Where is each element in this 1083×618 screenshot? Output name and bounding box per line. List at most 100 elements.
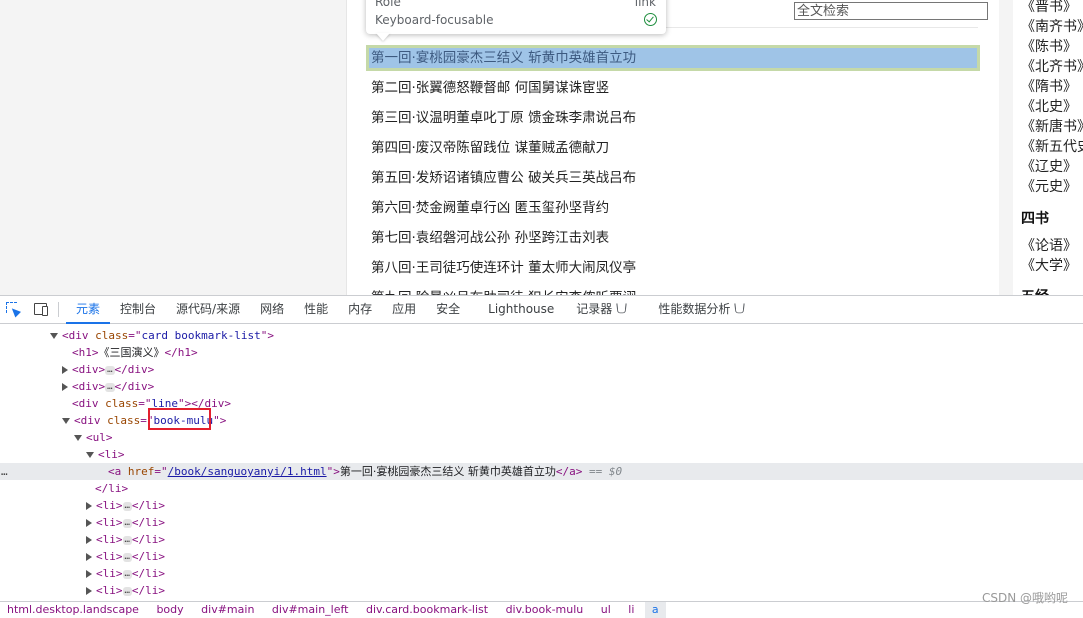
sidebar-book-link[interactable]: 《北史》 <box>1013 97 1083 117</box>
breadcrumb-item[interactable]: body <box>149 602 190 618</box>
tab-memory[interactable]: 内存 <box>338 296 382 323</box>
sidebar-book-link[interactable]: 《新五代史》 <box>1013 137 1083 157</box>
more-options-icon[interactable]: … <box>1 463 8 480</box>
dom-node[interactable]: <div class="card bookmark-list"> <box>0 327 1083 344</box>
tooltip-focus-row: Keyboard-focusable <box>375 12 657 28</box>
ellipsis-badge[interactable]: … <box>105 365 115 375</box>
dom-node[interactable]: <li>… </li> <box>0 565 1083 582</box>
tooltip-role-label: Role <box>375 0 401 9</box>
tab-lighthouse[interactable]: Lighthouse <box>470 296 566 323</box>
ellipsis-badge[interactable]: … <box>122 535 132 545</box>
breadcrumb-item[interactable]: html.desktop.landscape <box>0 602 146 618</box>
sidebar-history-list: 《晋书》 《南齐书》 《陈书》 《北齐书》 《隋书》 《北史》 《新唐书》 《新… <box>1013 0 1083 197</box>
chapter-link[interactable]: 第二回·张翼德怒鞭督邮 何国舅谋诛宦竖 <box>366 73 980 103</box>
sidebar-book-link[interactable]: 《论语》 <box>1013 236 1077 256</box>
breadcrumb-item[interactable]: div#main_left <box>265 602 356 618</box>
dom-node[interactable]: <div class="book-mulu"> <box>0 408 1083 430</box>
sidebar-book-link[interactable]: 《元史》 <box>1013 177 1083 197</box>
sidebar-book-link[interactable]: 《大学》 <box>1013 256 1077 276</box>
expand-triangle-icon[interactable] <box>74 435 82 441</box>
chapter-link[interactable]: 第八回·王司徒巧使连环计 董太师大闹凤仪亭 <box>366 253 980 283</box>
chapter-link[interactable]: 第一回·宴桃园豪杰三结义 斩黄巾英雄首立功 <box>366 45 980 71</box>
breadcrumb-item[interactable]: div.book-mulu <box>499 602 591 618</box>
expand-triangle-icon[interactable] <box>86 452 94 458</box>
chapter-link[interactable]: 第九回·除暴凶吕布助司徒 犯长安李傕听贾诩 <box>366 283 980 295</box>
chapter-link[interactable]: 第六回·焚金阙董卓行凶 匿玉玺孙坚背约 <box>366 193 980 223</box>
collapse-triangle-icon[interactable] <box>86 570 92 578</box>
sidebar-book-link[interactable]: 《新唐书》 <box>1013 117 1083 137</box>
tab-network[interactable]: 网络 <box>250 296 294 323</box>
ellipsis-badge[interactable]: … <box>122 552 132 562</box>
collapse-triangle-icon[interactable] <box>86 587 92 595</box>
breadcrumb-item[interactable]: li <box>621 602 641 618</box>
right-gutter <box>999 0 1013 295</box>
sidebar-sishu-list: 《论语》 《大学》 <box>1013 236 1077 276</box>
ellipsis-badge[interactable]: … <box>122 586 132 596</box>
page-viewport: 第一回·宴桃园豪杰三结义 斩黄巾英雄首立功 第二回·张翼德怒鞭督邮 何国舅谋诛宦… <box>0 0 1083 295</box>
ellipsis-badge[interactable]: … <box>122 518 132 528</box>
check-circle-icon <box>644 13 657 26</box>
sidebar-book-link[interactable]: 《南齐书》 <box>1013 17 1083 37</box>
tooltip-arrow <box>376 33 390 41</box>
chapter-link[interactable]: 第五回·发矫诏诸镇应曹公 破关兵三英战吕布 <box>366 163 980 193</box>
dom-node[interactable]: <li>… </li> <box>0 514 1083 531</box>
ellipsis-badge[interactable]: … <box>122 569 132 579</box>
ellipsis-badge[interactable]: … <box>122 501 132 511</box>
collapse-triangle-icon[interactable] <box>86 519 92 527</box>
dom-node[interactable]: <li>… </li> <box>0 497 1083 514</box>
dom-node[interactable]: <li> <box>0 446 1083 463</box>
dom-node[interactable]: <li>… </li> <box>0 531 1083 548</box>
sidebar-heading-sishu: 四书 <box>1021 211 1049 227</box>
tab-security[interactable]: 安全 <box>426 296 470 323</box>
breadcrumb-item[interactable]: div#main <box>194 602 261 618</box>
dom-node-selected[interactable]: … <a href="/book/sanguoyanyi/1.html">第一回… <box>0 463 1083 480</box>
chapter-link[interactable]: 第七回·袁绍磐河战公孙 孙坚跨江击刘表 <box>366 223 980 253</box>
tab-console[interactable]: 控制台 <box>110 296 166 323</box>
collapse-triangle-icon[interactable] <box>86 553 92 561</box>
collapse-triangle-icon[interactable] <box>86 502 92 510</box>
tab-performance-insights[interactable]: 性能数据分析 <box>636 296 754 323</box>
breadcrumb-item-current[interactable]: a <box>644 602 666 618</box>
tab-application[interactable]: 应用 <box>382 296 426 323</box>
flask-icon <box>616 303 627 314</box>
tab-sources[interactable]: 源代码/来源 <box>166 296 250 323</box>
sidebar-book-link[interactable]: 《隋书》 <box>1013 77 1083 97</box>
search-input[interactable] <box>794 2 988 20</box>
sidebar-book-link[interactable]: 《辽史》 <box>1013 157 1083 177</box>
annotation-highlight-box <box>148 408 211 430</box>
dom-node[interactable]: <li>… </li> <box>0 548 1083 565</box>
device-toolbar-icon[interactable] <box>33 301 49 317</box>
chapter-link[interactable]: 第四回·废汉帝陈留践位 谋董贼孟德献刀 <box>366 133 980 163</box>
collapse-triangle-icon[interactable] <box>62 366 68 374</box>
dom-node[interactable]: <div>… </div> <box>0 378 1083 395</box>
dom-href-link[interactable]: /book/sanguoyanyi/1.html <box>168 465 327 478</box>
expand-triangle-icon[interactable] <box>50 333 58 339</box>
chapter-link[interactable]: 第三回·议温明董卓叱丁原 馈金珠李肃说吕布 <box>366 103 980 133</box>
tab-elements[interactable]: 元素 <box>66 296 111 324</box>
dom-node[interactable]: <div>… </div> <box>0 361 1083 378</box>
ellipsis-badge[interactable]: … <box>105 382 115 392</box>
collapse-triangle-icon[interactable] <box>86 536 92 544</box>
dom-node[interactable]: <ul> <box>0 429 1083 446</box>
tab-recorder[interactable]: 记录器 <box>566 296 636 323</box>
breadcrumb-item[interactable]: ul <box>594 602 618 618</box>
dom-tree: <div class="card bookmark-list"> <h1>《三国… <box>0 325 1083 599</box>
expand-triangle-icon[interactable] <box>62 418 70 424</box>
tooltip-focus-label: Keyboard-focusable <box>375 13 494 27</box>
dom-node[interactable]: <li>… </li> <box>0 582 1083 599</box>
devtools-tabs: 元素 控制台 源代码/来源 网络 性能 内存 应用 安全 Lighthouse … <box>66 296 754 324</box>
dom-node[interactable]: </li> <box>0 480 1083 497</box>
sidebar-book-link[interactable]: 《陈书》 <box>1013 37 1083 57</box>
tab-performance[interactable]: 性能 <box>294 296 338 323</box>
dom-node[interactable]: <h1>《三国演义》</h1> <box>0 344 1083 361</box>
breadcrumb-item[interactable]: div.card.bookmark-list <box>359 602 495 618</box>
inspect-element-icon[interactable] <box>5 301 21 317</box>
sidebar-book-link[interactable]: 《晋书》 <box>1013 0 1083 17</box>
right-sidebar: 《晋书》 《南齐书》 《陈书》 《北齐书》 《隋书》 《北史》 《新唐书》 《新… <box>1013 0 1083 295</box>
toolbar-separator <box>58 302 59 317</box>
collapse-triangle-icon[interactable] <box>62 383 68 391</box>
tab-performance-insights-label: 性能数据分析 <box>658 302 731 316</box>
sidebar-book-link[interactable]: 《北齐书》 <box>1013 57 1083 77</box>
devtools-panel: 元素 控制台 源代码/来源 网络 性能 内存 应用 安全 Lighthouse … <box>0 295 1083 618</box>
tooltip-role-value: link <box>634 0 656 9</box>
